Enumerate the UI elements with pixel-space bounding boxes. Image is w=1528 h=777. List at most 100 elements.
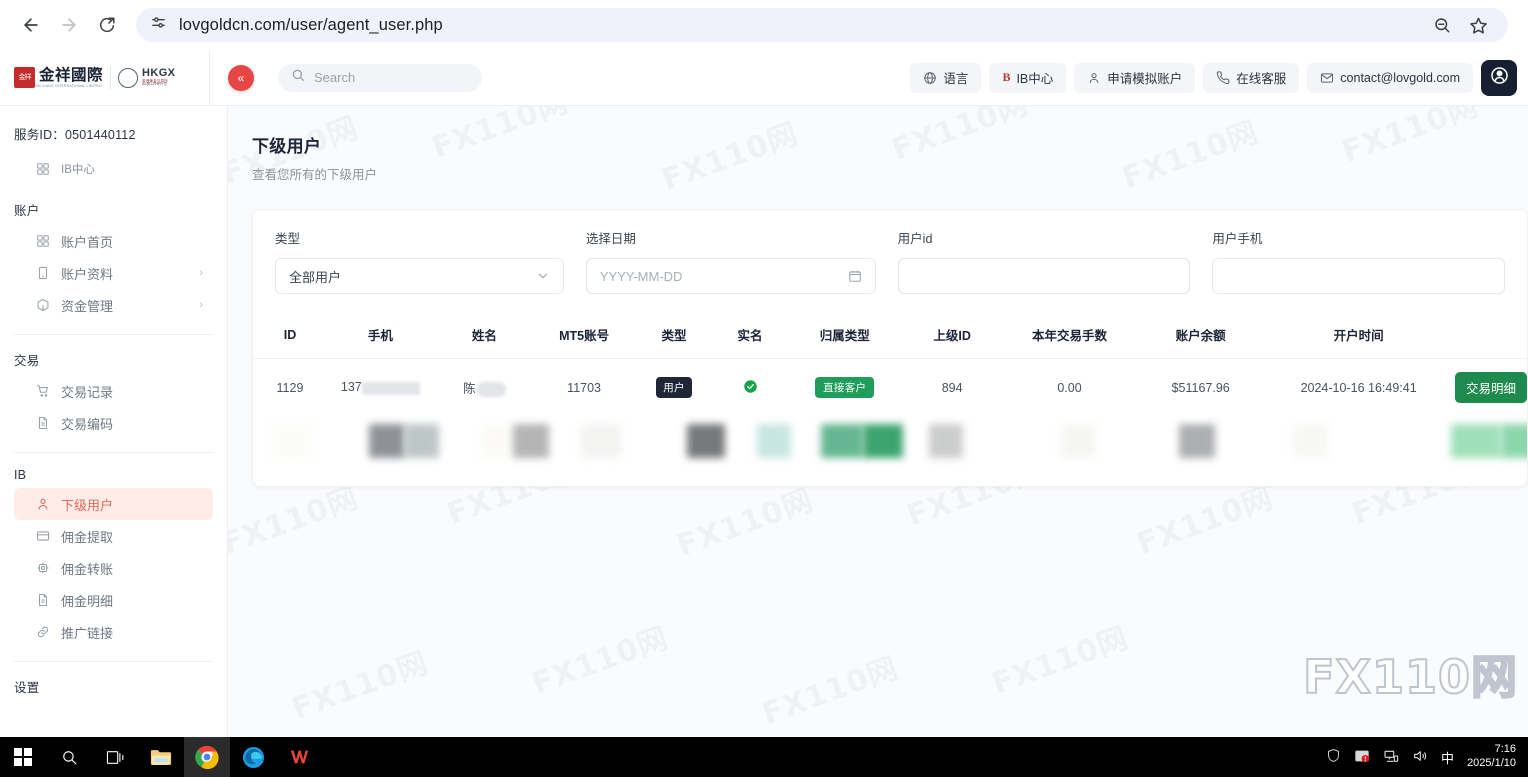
- date-input-placeholder: YYYY-MM-DD: [599, 268, 683, 284]
- sidebar-item-commission-transfer[interactable]: 佣金转账: [14, 552, 213, 584]
- col-mt5: MT5账号: [535, 316, 634, 359]
- task-view-icon[interactable]: [92, 737, 138, 777]
- obscured-table-row: [253, 416, 1527, 472]
- cell-lots: 0.00: [1057, 380, 1082, 395]
- avatar[interactable]: [1481, 59, 1517, 96]
- filter-label: 选择日期: [585, 232, 636, 246]
- logo-title: 金祥國際: [39, 65, 104, 84]
- globe-icon: [923, 71, 937, 85]
- back-arrow-icon[interactable]: [14, 8, 48, 42]
- logo-subtitle: JIN XIANG INTERNATIONAL LIMITED: [35, 83, 102, 88]
- sidebar-divider: [14, 334, 213, 335]
- hkgx-title: HKGX: [142, 66, 176, 79]
- sidebar-section-ib: IB: [14, 468, 27, 482]
- sidebar-item-sub-users[interactable]: 下级用户: [14, 488, 213, 520]
- sidebar-item-account-profile[interactable]: 账户资料 ›: [14, 257, 213, 289]
- document-icon: [36, 593, 50, 607]
- belong-badge: 直接客户: [815, 377, 875, 398]
- reload-icon[interactable]: [90, 8, 124, 42]
- forward-arrow-icon[interactable]: [52, 8, 86, 42]
- cell-phone-prefix: 137: [340, 380, 362, 395]
- users-card: 类型 全部用户 选择日期 YYYY-MM-DD 用户id 用户手机 ID 手机 …: [252, 209, 1528, 487]
- sidebar-item-commission-detail[interactable]: 佣金明细: [14, 584, 213, 616]
- filter-label: 用户id: [897, 232, 933, 246]
- trade-detail-button[interactable]: 交易明细: [1454, 372, 1527, 403]
- header-action-support[interactable]: 在线客服: [1203, 62, 1300, 93]
- edge-icon[interactable]: [230, 737, 276, 777]
- chrome-icon[interactable]: [184, 737, 230, 777]
- header-actions: 语言 B IB中心 申请模拟账户 在线客服 contact@lovgold.co…: [910, 59, 1528, 96]
- site-settings-icon[interactable]: [150, 14, 167, 36]
- sidebar-item-account-home[interactable]: 账户首页: [14, 225, 213, 257]
- user-id-input[interactable]: [897, 258, 1191, 294]
- system-tray: 中 7:16 2025/1/10: [1326, 743, 1528, 771]
- sidebar-item-promotion-link[interactable]: 推广链接: [14, 616, 213, 648]
- date-input[interactable]: YYYY-MM-DD: [585, 258, 876, 294]
- network-icon[interactable]: [1383, 748, 1399, 767]
- col-actions: [1454, 316, 1527, 359]
- person-icon: [36, 497, 50, 511]
- cell-name-prefix: 陈: [463, 381, 476, 396]
- cell-actions: 交易明细: [1454, 359, 1527, 417]
- watermark: FX110网: [287, 645, 434, 728]
- user-icon: [1087, 71, 1101, 85]
- col-parent-id: 上级ID: [904, 316, 1000, 359]
- address-bar-url: lovgoldcn.com/user/agent_user.php: [179, 15, 443, 34]
- main-content: FX110网 FX110网 FX110网 FX110网 FX110网 FX110…: [228, 106, 1528, 737]
- ime-icon[interactable]: 中: [1441, 748, 1454, 767]
- type-select[interactable]: 全部用户: [275, 258, 564, 294]
- col-lots: 本年交易手数: [999, 316, 1140, 359]
- windows-start-icon[interactable]: [0, 737, 46, 777]
- header-action-email[interactable]: contact@lovgold.com: [1307, 62, 1473, 93]
- cell-phone: 137: [327, 359, 434, 417]
- col-name: 姓名: [433, 316, 536, 359]
- sidebar-item-ib-center[interactable]: IB中心: [14, 153, 213, 185]
- sidebar-item-fund-management[interactable]: 资金管理 ›: [14, 289, 213, 321]
- address-bar[interactable]: lovgoldcn.com/user/agent_user.php: [136, 8, 1508, 42]
- search-input[interactable]: Search: [278, 63, 482, 92]
- header-action-ib-center[interactable]: B IB中心: [989, 62, 1067, 93]
- cell-name: 陈: [434, 359, 535, 417]
- sidebar-item-trade-code[interactable]: 交易编码: [14, 407, 213, 439]
- logo-divider: [110, 65, 112, 90]
- taskbar-search-icon[interactable]: [46, 737, 92, 777]
- header-action-demo-account[interactable]: 申请模拟账户: [1074, 62, 1196, 93]
- sidebar-collapse-button[interactable]: «: [228, 64, 254, 91]
- watermark: FX110网: [672, 482, 819, 565]
- star-icon[interactable]: [1469, 16, 1488, 35]
- service-id: 服务ID：0501440112: [14, 128, 136, 142]
- sidebar-item-label: 佣金转账: [61, 561, 114, 577]
- cell-id: 1129: [276, 380, 304, 395]
- header-action-label: 在线客服: [1236, 72, 1287, 86]
- file-explorer-icon[interactable]: [138, 737, 184, 777]
- masked-phone: [361, 381, 420, 395]
- sidebar-item-trade-records[interactable]: 交易记录: [14, 375, 213, 407]
- brand-logo[interactable]: 金祥 金祥國際 JIN XIANG INTERNATIONAL LIMITED …: [0, 50, 210, 105]
- header-action-language[interactable]: 语言: [910, 62, 982, 93]
- document-icon: [36, 416, 50, 430]
- logo-mark-icon: 金祥: [14, 67, 35, 88]
- zoom-out-icon[interactable]: [1433, 16, 1451, 34]
- filter-bar: 类型 全部用户 选择日期 YYYY-MM-DD 用户id 用户手机: [253, 228, 1527, 294]
- ib-icon: B: [1002, 70, 1011, 84]
- wps-icon[interactable]: [276, 737, 322, 777]
- transfer-icon: [36, 561, 50, 575]
- sidebar-item-label: 交易记录: [61, 384, 114, 400]
- sidebar-item-label: 账户资料: [61, 266, 114, 282]
- sidebar-item-label: 交易编码: [61, 416, 114, 432]
- clock[interactable]: 7:16 2025/1/10: [1467, 743, 1516, 771]
- security-alert-icon[interactable]: [1354, 748, 1370, 767]
- masked-name: [475, 382, 506, 398]
- volume-icon[interactable]: [1412, 748, 1428, 767]
- shield-icon[interactable]: [1326, 748, 1341, 766]
- table-header-row: ID 手机 姓名 MT5账号 类型 实名 归属类型 上级ID 本年交易手数 账户…: [253, 316, 1527, 359]
- user-phone-input[interactable]: [1212, 258, 1505, 294]
- sidebar-item-label: 账户首页: [61, 234, 114, 250]
- sidebar-item-label: 下级用户: [61, 497, 114, 513]
- table-body: 1129 137 陈 11703 用户 直接客户 894 0.00 $51167…: [253, 359, 1527, 417]
- app-header: 金祥 金祥國際 JIN XIANG INTERNATIONAL LIMITED …: [0, 50, 1528, 106]
- table-row[interactable]: 1129 137 陈 11703 用户 直接客户 894 0.00 $51167…: [253, 359, 1527, 417]
- calendar-icon[interactable]: [848, 269, 862, 283]
- sidebar-item-commission-withdraw[interactable]: 佣金提取: [14, 520, 213, 552]
- watermark-large: FX110网: [1302, 649, 1518, 705]
